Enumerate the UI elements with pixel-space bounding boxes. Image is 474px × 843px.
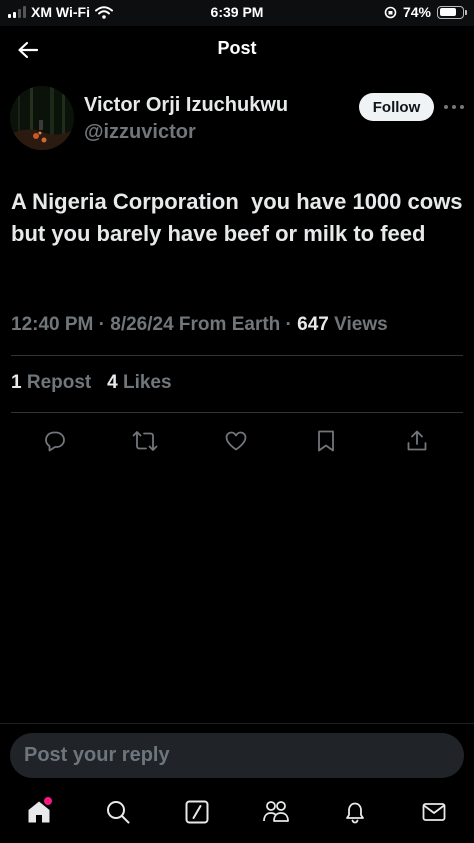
notifications-icon	[346, 802, 364, 824]
more-icon-dot	[444, 105, 448, 109]
reply-button[interactable]	[42, 428, 68, 454]
post-stats: 1 Repost 4 Likes	[11, 372, 172, 394]
orientation-lock-icon	[384, 6, 397, 18]
divider	[11, 355, 463, 356]
follow-button[interactable]: Follow	[359, 93, 434, 121]
bookmark-icon	[318, 430, 334, 452]
reply-icon	[45, 431, 65, 452]
repost-button[interactable]	[132, 428, 158, 454]
reply-separator	[0, 723, 474, 724]
tab-grok[interactable]	[183, 798, 211, 826]
post-meta: 12:40 PM · 8/26/24 From Earth · 647 View…	[11, 314, 388, 336]
likes-label: Likes	[117, 372, 172, 393]
status-bar: XM Wi-Fi 6:39 PM 74%	[0, 0, 474, 26]
reposts-count: 1	[11, 372, 22, 393]
views-label: Views	[328, 314, 388, 335]
reply-placeholder: Post your reply	[24, 744, 170, 766]
like-button[interactable]	[223, 428, 249, 454]
likes-link[interactable]: 4 Likes	[107, 372, 171, 393]
author-name[interactable]: Victor Orji Izuchukwu	[84, 94, 288, 117]
search-icon	[107, 801, 130, 824]
like-icon	[225, 431, 247, 451]
action-bar	[0, 428, 474, 454]
messages-icon	[422, 803, 446, 821]
more-options-button[interactable]	[444, 98, 464, 116]
grok-icon	[185, 800, 209, 824]
author-handle[interactable]: @izzuvictor	[84, 121, 196, 144]
share-button[interactable]	[404, 428, 430, 454]
tab-notifications[interactable]	[341, 798, 369, 826]
avatar-image	[10, 86, 74, 150]
reposts-link[interactable]: 1 Repost	[11, 372, 91, 393]
battery-percent: 74%	[402, 4, 431, 20]
tab-communities[interactable]	[262, 798, 290, 826]
avatar[interactable]	[10, 86, 74, 150]
tab-messages[interactable]	[420, 798, 448, 826]
divider	[11, 412, 463, 413]
reposts-label: Repost	[21, 372, 92, 393]
status-right: 74%	[384, 4, 467, 20]
repost-icon	[132, 431, 158, 451]
post-timestamp: 12:40 PM · 8/26/24 From Earth ·	[11, 314, 298, 335]
views-count: 647	[297, 314, 329, 335]
reply-input[interactable]: Post your reply	[10, 733, 464, 778]
page-title: Post	[217, 38, 257, 58]
post-text: A Nigeria Corporation you have 1000 cows…	[11, 189, 469, 246]
tab-bar	[0, 790, 474, 843]
communities-icon	[263, 801, 289, 822]
share-icon	[407, 430, 427, 451]
more-icon-dot	[460, 105, 464, 109]
likes-count: 4	[107, 372, 118, 393]
tab-search[interactable]	[104, 798, 132, 826]
header: Post	[0, 26, 474, 74]
more-icon-dot	[452, 105, 456, 109]
home-notification-dot	[44, 797, 52, 805]
battery-icon	[437, 5, 467, 19]
bookmark-button[interactable]	[313, 428, 339, 454]
